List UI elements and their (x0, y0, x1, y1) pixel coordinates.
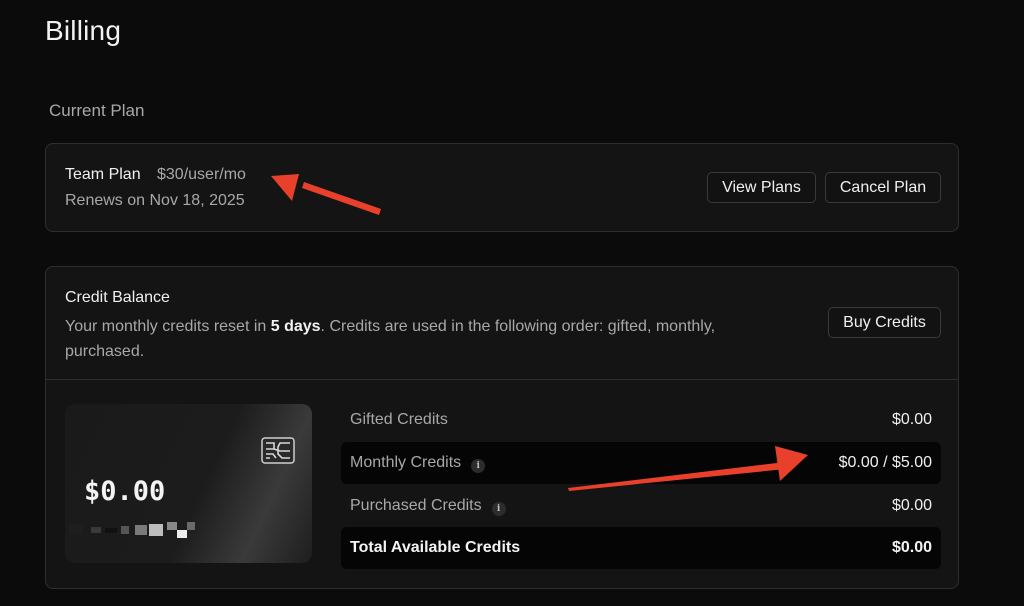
credit-row-total: Total Available Credits $0.00 (341, 527, 941, 569)
credit-row-label: Total Available Credits (350, 539, 521, 556)
info-icon[interactable]: i (491, 502, 506, 516)
credit-row-label: Gifted Credits (350, 411, 448, 428)
plan-renewal-date: Renews on Nov 18, 2025 (65, 192, 245, 209)
credit-balance-card: Credit Balance Your monthly credits rese… (45, 266, 959, 589)
current-plan-section-label: Current Plan (49, 101, 145, 120)
credit-reset-days: 5 days (270, 318, 321, 335)
credit-row-label: Purchased Credits i (350, 497, 506, 516)
page-title: Billing (45, 15, 122, 46)
credit-row-value: $0.00 / $5.00 (838, 454, 932, 471)
credit-row-label-text: Monthly Credits (350, 454, 462, 471)
section-divider (46, 379, 958, 380)
credit-balance-description: Your monthly credits reset in 5 days. Cr… (65, 314, 785, 364)
redacted-card-number (69, 522, 195, 538)
buy-credits-button[interactable]: Buy Credits (828, 307, 941, 338)
credit-row-label-text: Purchased Credits (350, 497, 482, 514)
credit-row-purchased: Purchased Credits i $0.00 (341, 485, 941, 527)
card-chip-icon (261, 437, 295, 464)
credit-row-value: $0.00 (891, 411, 932, 428)
billing-page: Billing Current Plan Team Plan $30/user/… (0, 0, 1024, 606)
cancel-plan-button[interactable]: Cancel Plan (825, 172, 941, 203)
view-plans-button[interactable]: View Plans (707, 172, 816, 203)
plan-price: $30/user/mo (157, 166, 246, 183)
current-plan-card: Team Plan $30/user/mo Renews on Nov 18, … (45, 143, 959, 232)
credit-card-visual: $0.00 (65, 404, 312, 563)
credit-row-monthly: Monthly Credits i $0.00 / $5.00 (341, 442, 941, 484)
plan-name: Team Plan (65, 166, 141, 183)
credit-row-value: $0.00 (891, 497, 932, 514)
credit-row-label: Monthly Credits i (350, 454, 486, 473)
credit-row-value: $0.00 (891, 539, 932, 556)
card-balance: $0.00 (84, 476, 166, 507)
credit-desc-prefix: Your monthly credits reset in (65, 318, 271, 335)
info-icon[interactable]: i (471, 459, 486, 473)
credit-row-gifted: Gifted Credits $0.00 (341, 399, 941, 441)
credit-balance-title: Credit Balance (65, 289, 170, 306)
